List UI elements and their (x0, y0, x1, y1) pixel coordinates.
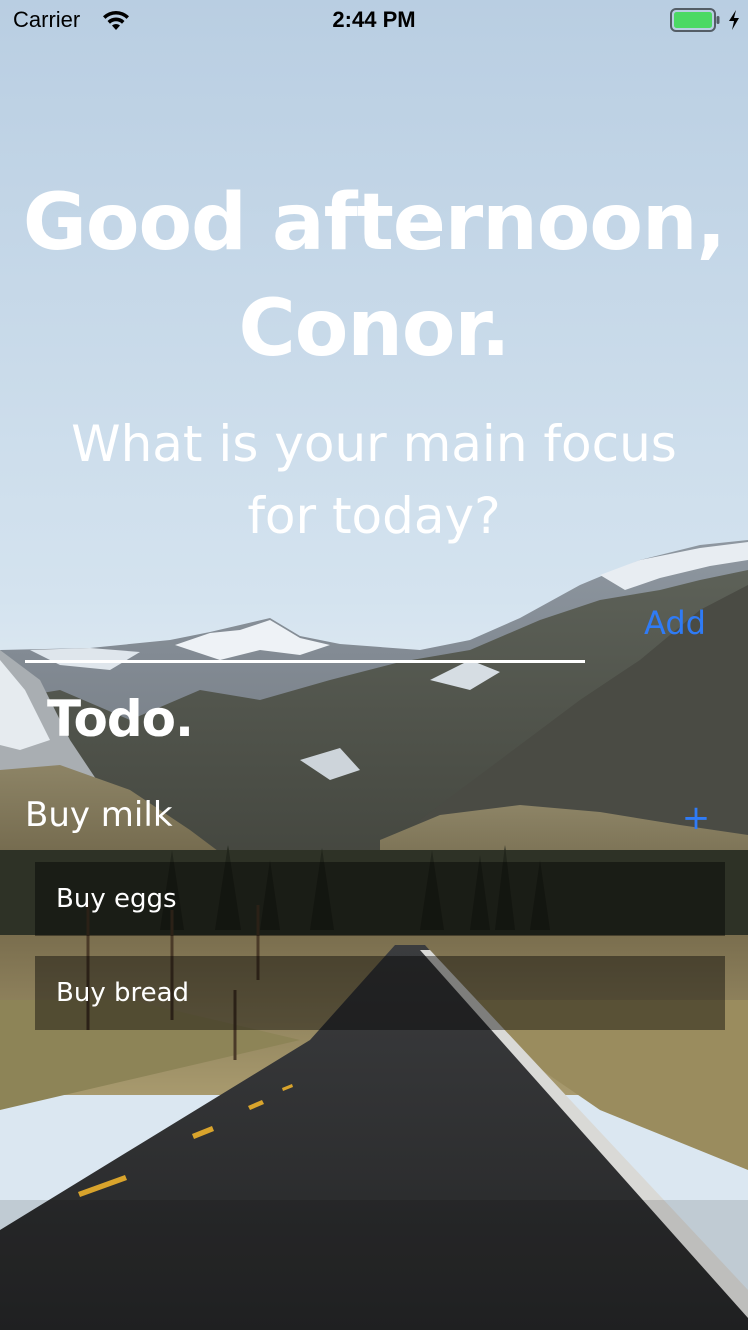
battery-icon (670, 8, 720, 32)
charging-icon (729, 10, 739, 30)
status-time: 2:44 PM (332, 7, 416, 32)
focus-input[interactable] (25, 600, 585, 663)
todo-title: Todo. (47, 690, 194, 748)
todo-item-buy-eggs[interactable]: Buy eggs (35, 862, 725, 936)
greeting-heading: Good afternoon, Conor. (20, 170, 728, 382)
add-todo-button[interactable]: + (676, 796, 716, 840)
app-screen: Carrier 2:44 PM Good afternoon, Conor. W… (0, 0, 748, 1330)
greeting-line-2: Conor. (238, 284, 511, 374)
new-todo-input[interactable] (25, 790, 625, 840)
todo-item-buy-bread[interactable]: Buy bread (35, 956, 725, 1030)
add-focus-button[interactable]: Add (630, 600, 720, 646)
status-bar: Carrier 2:44 PM (0, 0, 748, 40)
greeting-line-1: Good afternoon, (22, 178, 726, 268)
focus-question: What is your main focus for today? (71, 415, 677, 545)
todo-list: Buy eggs Buy bread (35, 862, 725, 1050)
